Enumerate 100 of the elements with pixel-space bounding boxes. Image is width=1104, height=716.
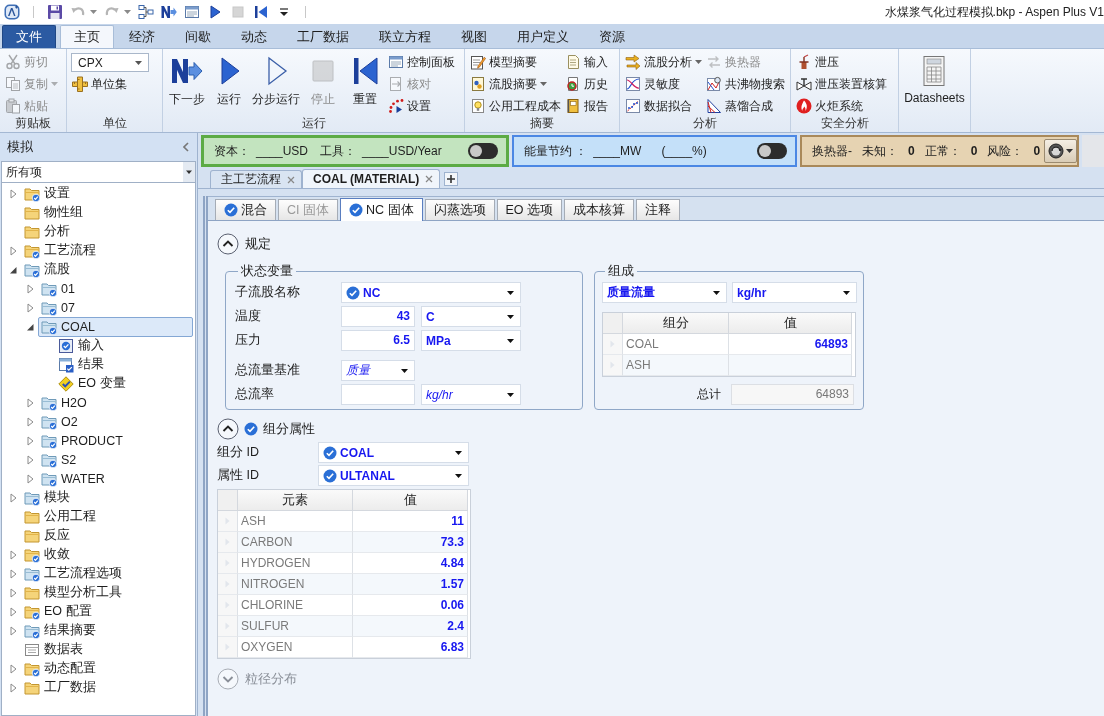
collapse-arrow-icon[interactable] xyxy=(8,264,18,275)
expand-arrow-icon[interactable] xyxy=(8,625,18,636)
tree-item[interactable]: 设置 xyxy=(21,183,193,204)
ribbon-button[interactable]: 灵敏度 xyxy=(624,73,703,95)
ribbon-button[interactable]: 重置 xyxy=(345,51,385,117)
expand-arrow-icon[interactable] xyxy=(25,397,35,408)
tree-item[interactable]: 动态配置 xyxy=(21,658,193,679)
form-tab[interactable]: 注释 xyxy=(636,199,681,220)
expand-arrow-icon[interactable] xyxy=(8,587,18,598)
file-menu-button[interactable]: 文件 xyxy=(2,25,56,48)
tree-item[interactable]: 07 xyxy=(38,297,193,318)
collapse-icon[interactable] xyxy=(183,142,189,152)
play-icon[interactable] xyxy=(207,4,223,20)
unit-set-dropdown[interactable]: CPX xyxy=(71,53,149,72)
tree-item[interactable]: 结果摘要 xyxy=(21,620,193,641)
form-tab[interactable]: 混合 xyxy=(215,199,276,220)
ribbon-button[interactable]: Datasheets xyxy=(903,51,966,117)
tree-item[interactable]: 01 xyxy=(38,278,193,299)
tree-item[interactable]: 反应 xyxy=(21,525,193,546)
ribbon-tab[interactable]: 工厂数据 xyxy=(282,25,364,48)
window-icon[interactable] xyxy=(184,4,200,20)
tree-item[interactable]: EO 配置 xyxy=(21,601,193,622)
app-logo-icon[interactable] xyxy=(4,4,20,20)
tree-item[interactable]: WATER xyxy=(38,468,193,489)
unit-dropdown[interactable]: MPa xyxy=(421,330,521,351)
ribbon-tab[interactable]: 动态 xyxy=(226,25,282,48)
ribbon-button[interactable]: 泄压 xyxy=(795,51,888,73)
expand-arrow-icon[interactable] xyxy=(8,245,18,256)
tree-item[interactable]: 工艺流程选项 xyxy=(21,563,193,584)
plus-icon[interactable] xyxy=(444,172,459,186)
ribbon-tab[interactable]: 联立方程 xyxy=(364,25,446,48)
close-icon[interactable] xyxy=(425,175,434,183)
ribbon-button[interactable]: 运行 xyxy=(209,51,249,117)
input-field[interactable] xyxy=(341,384,415,405)
ribbon-button[interactable]: 公用工程成本 xyxy=(469,95,562,117)
dropdown[interactable]: 质量 xyxy=(341,360,415,381)
ribbon-button[interactable]: 流股摘要 xyxy=(469,73,562,95)
ribbon-tab[interactable]: 主页 xyxy=(60,25,114,48)
ribbon-button[interactable]: 共沸物搜索 xyxy=(705,73,786,95)
dropdown[interactable]: COAL xyxy=(318,442,469,463)
expand-arrow-icon[interactable] xyxy=(25,435,35,446)
ribbon-button[interactable]: 单位集 xyxy=(71,73,149,95)
status-menu-button[interactable] xyxy=(1044,139,1078,163)
unit-dropdown[interactable]: C xyxy=(421,306,521,327)
ribbon-tab[interactable]: 用户定义 xyxy=(502,25,584,48)
form-tab[interactable]: 成本核算 xyxy=(564,199,635,220)
reset-icon[interactable] xyxy=(253,4,269,20)
ribbon-button[interactable]: 输入 xyxy=(564,51,609,73)
tree-item[interactable]: COAL xyxy=(38,316,193,337)
tree-item[interactable]: 工厂数据 xyxy=(21,677,193,698)
chevron-up-icon[interactable] xyxy=(217,233,239,255)
input-field[interactable]: 6.5 xyxy=(341,330,415,351)
form-tab[interactable]: EO 选项 xyxy=(496,199,563,220)
ribbon-tab[interactable]: 资源 xyxy=(584,25,640,48)
tree-item[interactable]: 模块 xyxy=(21,487,193,508)
ribbon-button[interactable]: 火炬系统 xyxy=(795,95,888,117)
expand-arrow-icon[interactable] xyxy=(25,473,35,484)
dropdown[interactable]: ULTANAL xyxy=(318,465,469,486)
tree-item[interactable]: 结果 xyxy=(55,354,193,375)
network-icon[interactable] xyxy=(138,4,154,20)
expand-arrow-icon[interactable] xyxy=(25,454,35,465)
tree-item[interactable]: 公用工程 xyxy=(21,506,193,527)
ribbon-button[interactable]: 蒸馏合成 xyxy=(705,95,786,117)
form-tab[interactable]: 闪蒸选项 xyxy=(424,199,495,220)
expand-arrow-icon[interactable] xyxy=(25,302,35,313)
expand-arrow-icon[interactable] xyxy=(8,568,18,579)
tree-item[interactable]: O2 xyxy=(38,411,193,432)
expand-arrow-icon[interactable] xyxy=(8,606,18,617)
toggle-switch[interactable] xyxy=(468,143,498,159)
tree-item[interactable]: 数据表 xyxy=(21,639,193,660)
input-field[interactable]: 43 xyxy=(341,306,415,327)
ribbon-tab[interactable]: 间歇 xyxy=(170,25,226,48)
next-step-icon[interactable] xyxy=(161,4,177,20)
document-tab[interactable]: COAL (MATERIAL) xyxy=(302,169,441,188)
ribbon-button[interactable]: 泄压装置核算 xyxy=(795,73,888,95)
dropdown[interactable]: 质量流量 xyxy=(602,282,727,303)
tree-item[interactable]: 输入 xyxy=(55,335,193,356)
ribbon-button[interactable]: 历史 xyxy=(564,73,609,95)
expand-arrow-icon[interactable] xyxy=(8,663,18,674)
unit-dropdown[interactable]: kg/hr xyxy=(421,384,521,405)
expand-arrow-icon[interactable] xyxy=(25,283,35,294)
dropdown[interactable]: NC xyxy=(341,282,521,303)
expand-arrow-icon[interactable] xyxy=(25,416,35,427)
collapse-arrow-icon[interactable] xyxy=(25,321,35,332)
document-tab[interactable]: 主工艺流程 xyxy=(210,170,302,188)
tree-item[interactable]: H2O xyxy=(38,392,193,413)
ribbon-button[interactable]: 流股分析 xyxy=(624,51,703,73)
expand-arrow-icon[interactable] xyxy=(8,682,18,693)
tree-item[interactable]: 流股 xyxy=(21,259,193,280)
ribbon-button[interactable]: 控制面板 xyxy=(387,51,456,73)
ribbon-button[interactable]: 数据拟合 xyxy=(624,95,703,117)
tree-item[interactable]: EO 变量 xyxy=(55,373,193,394)
form-tab[interactable]: NC 固体 xyxy=(340,198,423,221)
ribbon-button[interactable]: 模型摘要 xyxy=(469,51,562,73)
ribbon-tab[interactable]: 经济 xyxy=(114,25,170,48)
ribbon-button[interactable]: 下一步 xyxy=(167,51,207,117)
tree-item[interactable]: 模型分析工具 xyxy=(21,582,193,603)
tree-item[interactable]: 物性组 xyxy=(21,202,193,223)
expand-arrow-icon[interactable] xyxy=(8,549,18,560)
ribbon-button[interactable]: 报告 xyxy=(564,95,609,117)
